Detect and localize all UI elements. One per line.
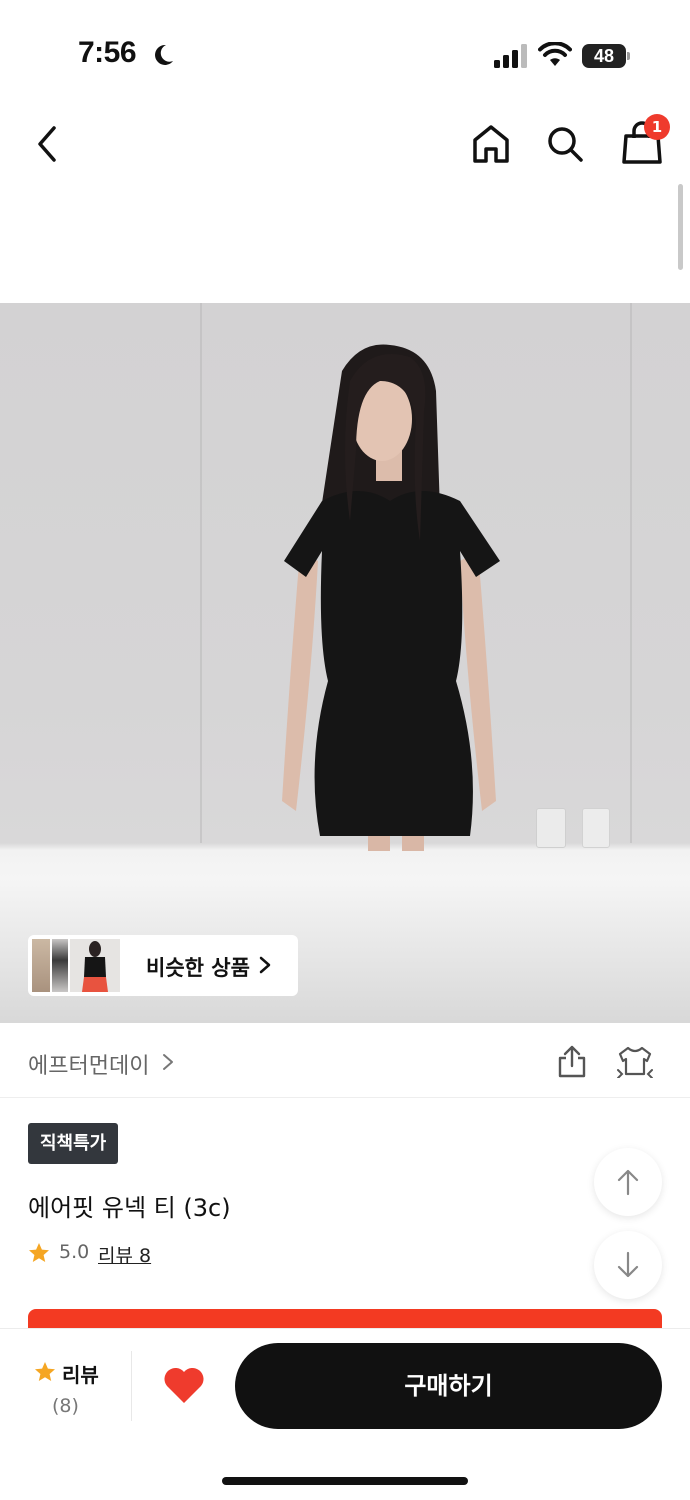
promo-badge: 직책특가 xyxy=(28,1123,119,1164)
similar-products-button[interactable]: 비슷한 상품 xyxy=(28,935,298,996)
similar-thumbnail xyxy=(70,939,120,992)
search-icon[interactable] xyxy=(544,122,586,166)
review-label: 리뷰 xyxy=(62,1363,99,1387)
similar-thumbnail xyxy=(32,939,50,992)
chevron-right-icon xyxy=(163,1054,173,1070)
model-figure xyxy=(282,344,500,851)
scroll-indicator xyxy=(678,184,683,270)
heart-icon[interactable] xyxy=(162,1365,206,1405)
cart-count-badge: 1 xyxy=(644,114,670,140)
try-on-shirt-icon[interactable] xyxy=(616,1044,654,1078)
star-icon xyxy=(29,1243,49,1262)
review-summary-button[interactable]: 리뷰 (8) xyxy=(26,1355,106,1425)
star-icon xyxy=(35,1362,55,1381)
scroll-to-bottom-button[interactable] xyxy=(594,1231,662,1299)
buy-button[interactable]: 구매하기 xyxy=(235,1343,662,1429)
status-bar: 7:56 48 xyxy=(0,0,690,110)
product-image[interactable]: 비슷한 상품 xyxy=(0,303,690,1023)
signal-icon xyxy=(494,44,527,68)
divider xyxy=(131,1351,132,1421)
arrow-up-icon xyxy=(617,1169,639,1196)
arrow-down-icon xyxy=(617,1251,639,1278)
share-icon[interactable] xyxy=(556,1044,588,1078)
brand-name-link[interactable]: 에프터먼데이 xyxy=(28,1048,149,1080)
bottom-action-bar: 리뷰 (8) 구매하기 xyxy=(0,1328,690,1500)
moon-icon xyxy=(155,44,173,65)
chevron-right-icon xyxy=(259,956,271,974)
wall-switch xyxy=(582,808,610,848)
product-title: 에어핏 유넥 티 (3c) xyxy=(28,1194,231,1222)
back-icon[interactable] xyxy=(30,122,66,166)
similar-thumbnail xyxy=(52,939,68,992)
battery-indicator: 48 xyxy=(582,44,630,68)
rating-score: 5.0 xyxy=(59,1241,90,1263)
battery-cap xyxy=(627,52,630,60)
battery-level: 48 xyxy=(582,44,626,68)
wifi-icon xyxy=(538,42,572,66)
review-count-link[interactable]: 리뷰 8 xyxy=(98,1241,151,1268)
scroll-to-top-button[interactable] xyxy=(594,1148,662,1216)
status-time: 7:56 xyxy=(78,36,137,69)
wall-outlet xyxy=(536,808,566,848)
home-icon[interactable] xyxy=(470,122,512,166)
wall-texture xyxy=(200,303,202,843)
wall-texture xyxy=(630,303,632,843)
brand-row: 에프터먼데이 xyxy=(0,1024,690,1098)
review-count: (8) xyxy=(52,1395,79,1417)
similar-products-label: 비슷한 상품 xyxy=(146,956,250,980)
home-indicator xyxy=(222,1477,468,1485)
